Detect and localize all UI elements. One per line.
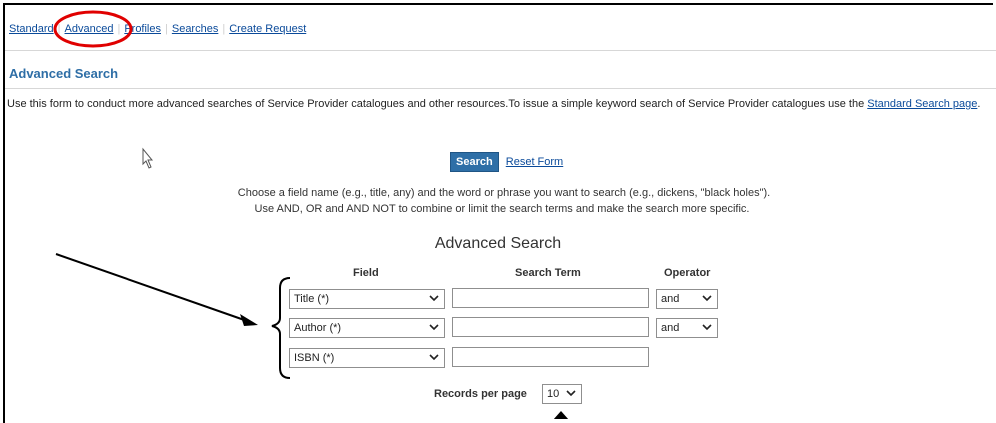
- brace-annotation: [271, 277, 291, 379]
- up-arrow-annotation: [553, 411, 569, 419]
- annotation-overlay: [53, 10, 569, 419]
- red-circle-annotation: [53, 10, 133, 48]
- cursor-icon: [142, 147, 154, 169]
- pointer-arrow-annotation: [55, 253, 258, 326]
